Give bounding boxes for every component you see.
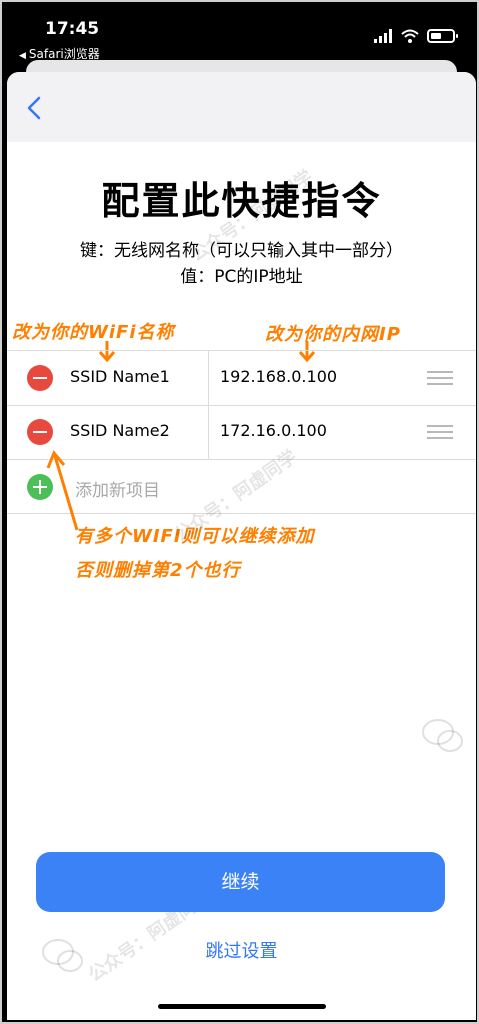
reorder-handle-icon[interactable] [427, 425, 453, 439]
value-field[interactable]: 172.16.0.100 [220, 421, 327, 440]
key-field[interactable]: SSID Name2 [70, 421, 170, 440]
table-row: SSID Name1 192.168.0.100 [7, 351, 476, 405]
value-description: 值：PC的IP地址 [180, 267, 303, 287]
signal-icon [374, 29, 392, 43]
continue-button[interactable]: 继续 [36, 852, 445, 912]
value-field[interactable]: 192.168.0.100 [220, 367, 337, 386]
delete-row-1-button[interactable] [27, 365, 53, 391]
arrow-up-icon [46, 450, 79, 531]
back-triangle-icon: ◀ [19, 51, 26, 61]
skip-setup-link[interactable]: 跳过设置 [7, 937, 476, 963]
wifi-icon [401, 29, 419, 43]
annotation-delete-second: 否则删掉第2个也行 [75, 560, 241, 581]
delete-row-2-button[interactable] [27, 419, 53, 445]
home-indicator[interactable] [158, 1004, 326, 1009]
wechat-watermark-icon [421, 718, 465, 754]
shortcut-config-sheet: 配置此快捷指令 键：无线网名称（可以只输入其中一部分） 值：PC的IP地址 改为… [7, 72, 476, 1020]
annotation-wifi-name: 改为你的WiFi名称 [12, 322, 175, 343]
back-app-label: Safari浏览器 [28, 47, 100, 61]
back-button[interactable] [25, 96, 45, 120]
chevron-left-icon [27, 96, 41, 120]
key-field[interactable]: SSID Name1 [70, 367, 170, 386]
device-frame: 17:45 ◀ Safari浏览器 配置此快捷指令 键：无线网名称（可以只输入其中… [0, 0, 479, 1024]
nav-bar [7, 72, 476, 142]
reorder-handle-icon[interactable] [427, 371, 453, 385]
annotation-intranet-ip: 改为你的内网IP [265, 324, 401, 345]
battery-icon [427, 29, 458, 43]
status-time: 17:45 [45, 19, 100, 39]
key-description: 键：无线网名称（可以只输入其中一部分） [80, 241, 403, 261]
